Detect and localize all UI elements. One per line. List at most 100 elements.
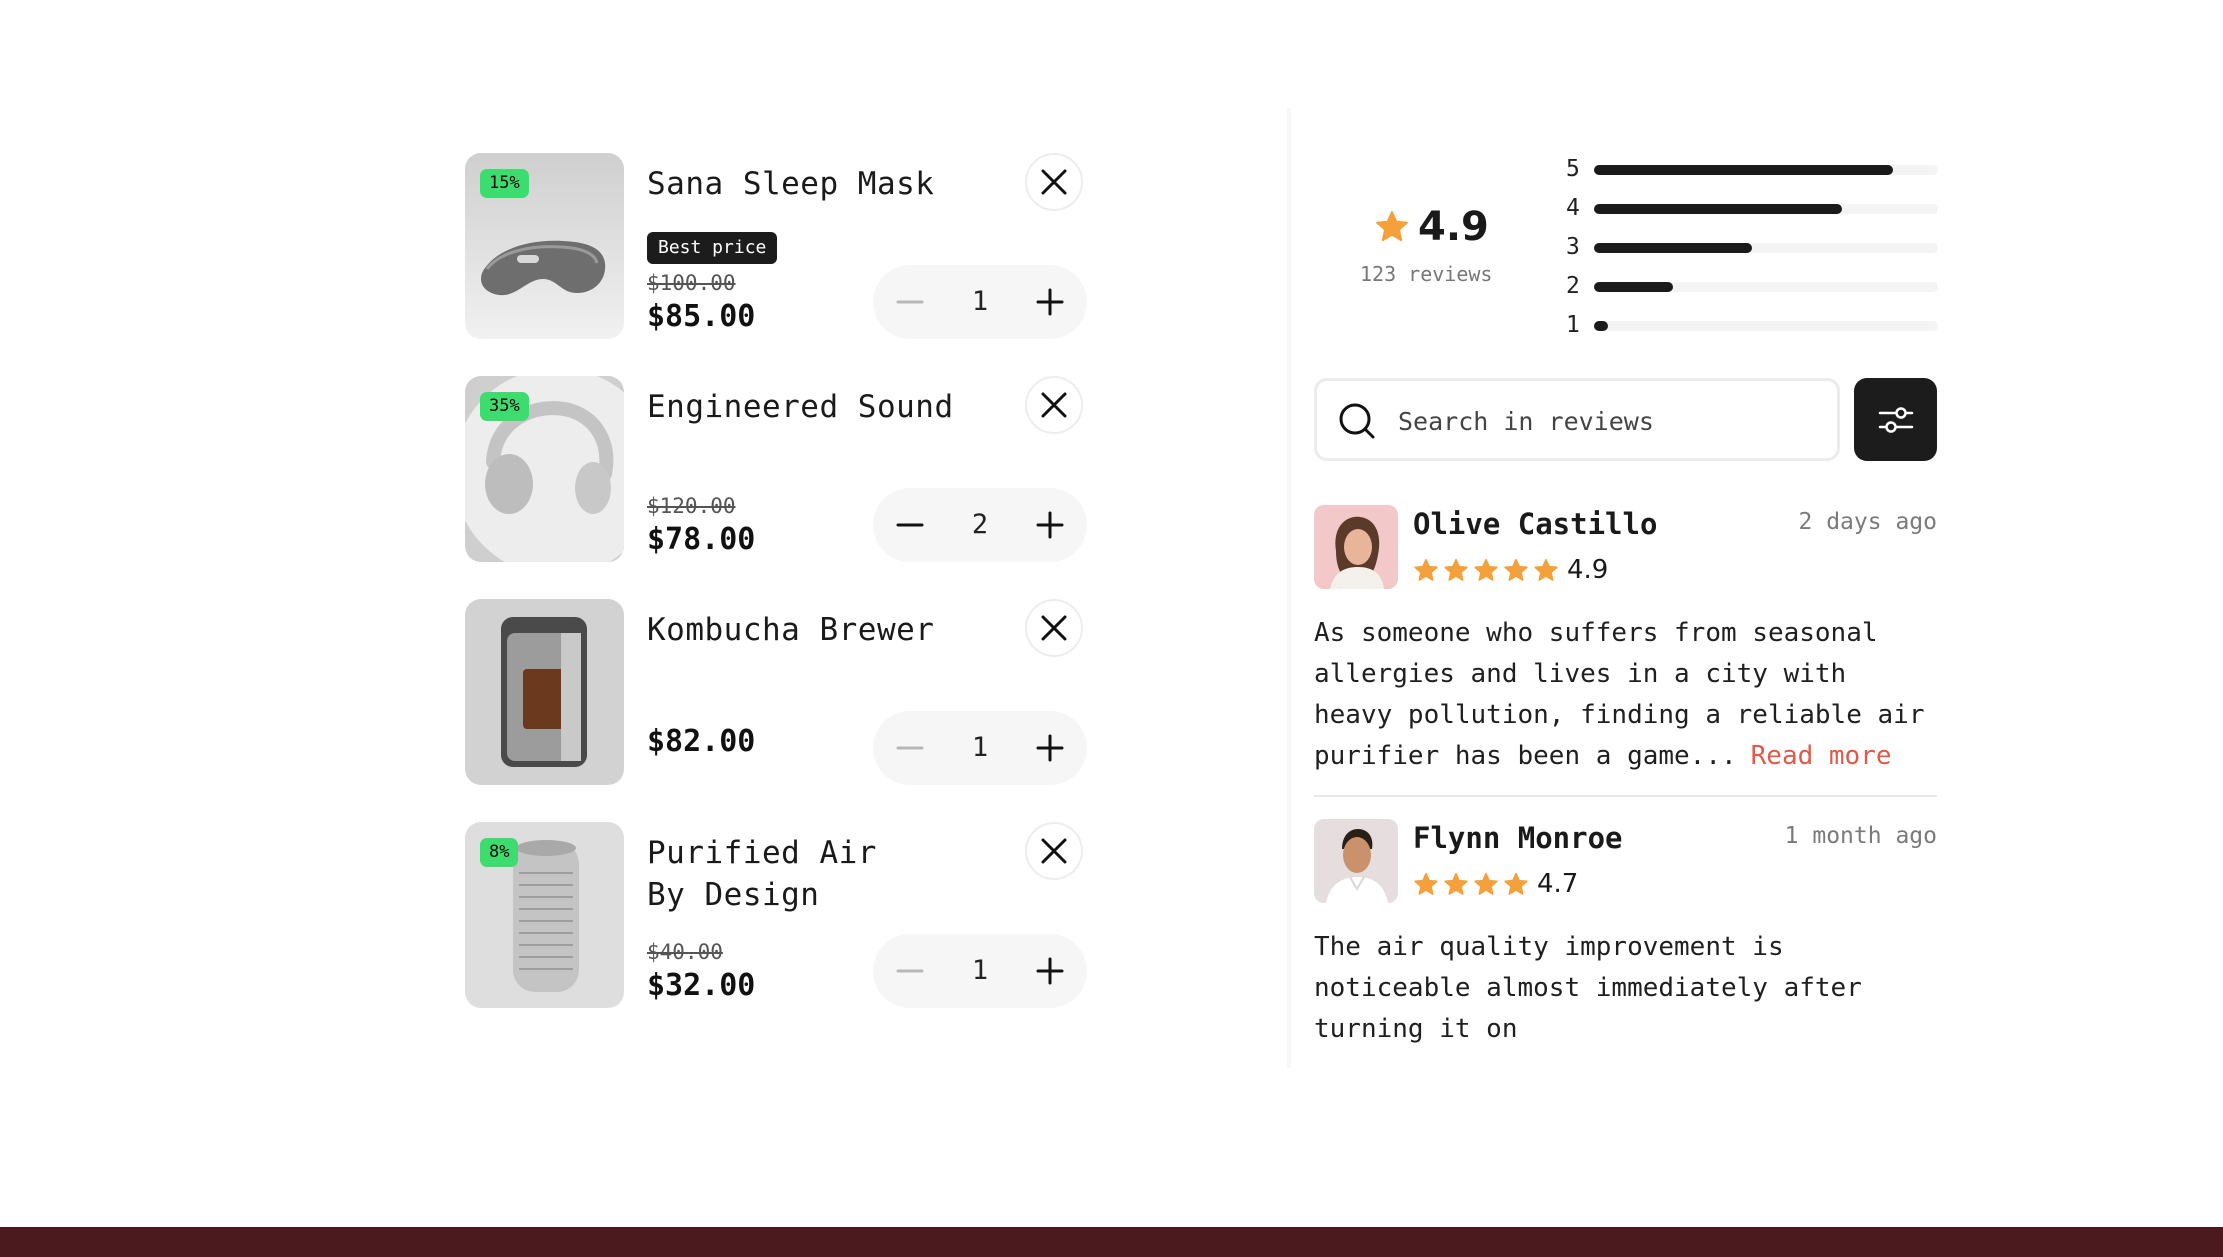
rating-bar-fill xyxy=(1594,243,1753,253)
remove-button[interactable] xyxy=(1025,376,1083,434)
decrease-button[interactable] xyxy=(875,265,945,339)
star-icon xyxy=(1414,872,1438,895)
cart-item-air-purifier: 8% Purified Air By Design $40.00 $32.00 … xyxy=(465,822,1089,1008)
price: $78.00 xyxy=(647,522,756,557)
rating-bar-2: 2 xyxy=(1566,274,1938,298)
remove-button[interactable] xyxy=(1025,153,1083,211)
minus-icon xyxy=(896,969,924,973)
star-icon xyxy=(1444,558,1468,581)
increase-button[interactable] xyxy=(1015,934,1085,1008)
rating-bar-label: 5 xyxy=(1566,156,1580,182)
decrease-button[interactable] xyxy=(875,711,945,785)
remove-button[interactable] xyxy=(1025,822,1083,880)
close-icon xyxy=(1041,392,1067,418)
minus-icon xyxy=(896,746,924,750)
rating-bar-label: 4 xyxy=(1566,195,1580,221)
rating-bar-label: 3 xyxy=(1566,234,1580,260)
plus-icon xyxy=(1036,734,1064,762)
product-title[interactable]: Engineered Sound xyxy=(647,386,954,428)
review-separator xyxy=(1314,795,1937,797)
panel-divider xyxy=(1287,108,1291,1068)
star-icon xyxy=(1376,211,1408,242)
star-icon xyxy=(1474,872,1498,895)
quantity-stepper: 1 xyxy=(873,711,1087,785)
review-score: 4.9 xyxy=(1567,555,1609,585)
plus-icon xyxy=(1036,511,1064,539)
discount-badge: 8% xyxy=(480,838,519,867)
discount-badge: 35% xyxy=(480,392,529,421)
star-icon xyxy=(1504,558,1528,581)
cart-item-headphones: 35% Engineered Sound $120.00 $78.00 2 xyxy=(465,376,1089,562)
product-title-line-2: By Design xyxy=(647,877,820,913)
plus-icon xyxy=(1036,957,1064,985)
star-icon xyxy=(1474,558,1498,581)
increase-button[interactable] xyxy=(1015,265,1085,339)
product-title[interactable]: Sana Sleep Mask xyxy=(647,163,934,205)
search-icon xyxy=(1339,403,1375,439)
price: $82.00 xyxy=(647,724,756,759)
increase-button[interactable] xyxy=(1015,488,1085,562)
product-image-sleep-mask[interactable]: 15% xyxy=(465,153,624,339)
star-icon xyxy=(1534,558,1558,581)
old-price: $100.00 xyxy=(647,271,736,295)
cart-item-kombucha-brewer: Kombucha Brewer $82.00 1 xyxy=(465,599,1089,785)
discount-badge: 15% xyxy=(480,169,529,198)
product-title[interactable]: Purified Air By Design xyxy=(647,832,877,916)
minus-icon xyxy=(896,523,924,527)
best-price-badge: Best price xyxy=(647,232,778,264)
reviewer-name[interactable]: Flynn Monroe xyxy=(1413,821,1623,855)
avatar[interactable] xyxy=(1314,505,1398,589)
product-image-kombucha-brewer[interactable] xyxy=(465,599,624,785)
quantity-stepper: 1 xyxy=(873,934,1087,1008)
review-text: The air quality improvement is noticeabl… xyxy=(1314,932,1862,1044)
close-icon xyxy=(1041,838,1067,864)
star-icon xyxy=(1414,558,1438,581)
rating-bar-3: 3 xyxy=(1566,234,1938,260)
review-date: 1 month ago xyxy=(1784,823,1937,849)
star-rating: 4.9 xyxy=(1413,555,1608,585)
rating-bar-fill xyxy=(1594,321,1608,331)
quantity-value: 1 xyxy=(971,955,989,986)
search-input[interactable] xyxy=(1396,395,1820,447)
old-price: $40.00 xyxy=(647,940,723,964)
close-icon xyxy=(1041,169,1067,195)
product-title-line-1: Purified Air xyxy=(647,835,877,871)
avatar[interactable] xyxy=(1314,819,1398,903)
review-count: 123 reviews xyxy=(1360,262,1493,286)
rating-bar-label: 1 xyxy=(1566,312,1580,338)
star-icon xyxy=(1504,872,1528,895)
sliders-icon xyxy=(1878,406,1913,433)
footer-bar xyxy=(0,1227,2223,1257)
star-rating: 4.7 xyxy=(1413,869,1578,899)
quantity-stepper: 2 xyxy=(873,488,1087,562)
rating-bar-4: 4 xyxy=(1566,195,1938,221)
reviewer-name[interactable]: Olive Castillo xyxy=(1413,507,1657,541)
star-icon xyxy=(1444,872,1468,895)
read-more-link[interactable]: Read more xyxy=(1751,741,1892,771)
quantity-stepper: 1 xyxy=(873,265,1087,339)
review-card: Flynn Monroe 1 month ago 4.7 The air qua… xyxy=(1314,819,1937,1059)
review-card: Olive Castillo 2 days ago 4.9 As someone… xyxy=(1314,505,1937,785)
quantity-value: 2 xyxy=(971,509,989,540)
cart-item-sleep-mask: 15% Sana Sleep Mask Best price $100.00 $… xyxy=(465,153,1089,339)
price: $85.00 xyxy=(647,299,756,334)
search-box xyxy=(1314,378,1840,461)
rating-bar-fill xyxy=(1594,282,1674,292)
product-title[interactable]: Kombucha Brewer xyxy=(647,609,934,651)
price: $32.00 xyxy=(647,968,756,1003)
quantity-value: 1 xyxy=(971,732,989,763)
product-image-headphones[interactable]: 35% xyxy=(465,376,624,562)
average-rating: 4.9 xyxy=(1418,204,1489,250)
old-price: $120.00 xyxy=(647,494,736,518)
decrease-button[interactable] xyxy=(875,488,945,562)
rating-bar-fill xyxy=(1594,165,1894,175)
decrease-button[interactable] xyxy=(875,934,945,1008)
filter-button[interactable] xyxy=(1854,378,1937,461)
increase-button[interactable] xyxy=(1015,711,1085,785)
plus-icon xyxy=(1036,288,1064,316)
remove-button[interactable] xyxy=(1025,599,1083,657)
product-image-air-purifier[interactable]: 8% xyxy=(465,822,624,1008)
rating-bar-1: 1 xyxy=(1566,312,1938,338)
review-score: 4.7 xyxy=(1537,869,1579,899)
review-date: 2 days ago xyxy=(1798,509,1937,535)
